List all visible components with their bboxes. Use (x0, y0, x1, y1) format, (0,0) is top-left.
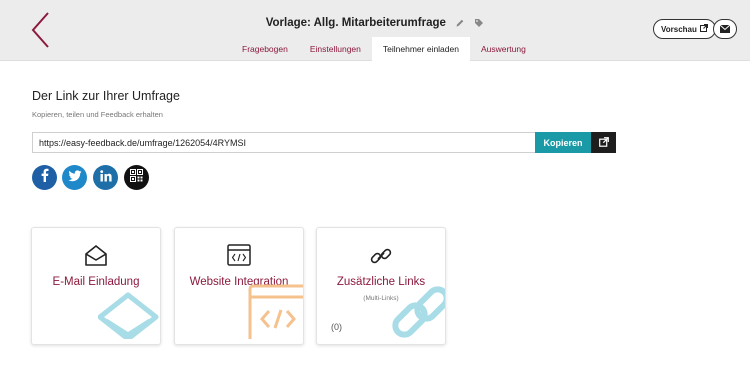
copy-button[interactable]: Kopieren (535, 132, 591, 153)
tab-bar: Fragebogen Einstellungen Teilnehmer einl… (231, 37, 537, 61)
pencil-icon[interactable] (455, 18, 465, 28)
tab-teilnehmer-einladen[interactable]: Teilnehmer einladen (371, 37, 470, 61)
facebook-icon (39, 168, 51, 187)
code-window-icon (227, 244, 251, 271)
survey-title: Vorlage: Allg. Mitarbeiterumfrage (265, 17, 446, 29)
link-heading: Der Link zur Ihrer Umfrage (32, 89, 180, 103)
twitter-share-button[interactable] (62, 165, 87, 190)
chain-decoration-icon (387, 281, 445, 344)
survey-link-input[interactable] (32, 132, 536, 153)
facebook-share-button[interactable] (32, 165, 57, 190)
qr-code-icon (130, 168, 143, 187)
envelope-open-icon (84, 244, 108, 273)
twitter-icon (67, 169, 82, 187)
back-chevron-icon[interactable] (26, 10, 54, 50)
link-subheading: Kopieren, teilen und Feedback erhalten (32, 110, 163, 119)
external-link-icon (598, 134, 609, 152)
linkedin-share-button[interactable] (93, 165, 118, 190)
linkedin-icon (99, 169, 112, 187)
external-link-icon (699, 24, 708, 34)
envelope-icon (719, 20, 731, 38)
tab-fragebogen[interactable]: Fragebogen (231, 37, 299, 61)
qr-code-button[interactable] (124, 165, 149, 190)
tab-auswertung[interactable]: Auswertung (470, 37, 537, 61)
additional-links-card[interactable]: Zusätzliche Links (Multi-Links) (0) (316, 227, 446, 345)
email-invitation-card[interactable]: E-Mail Einladung (31, 227, 161, 345)
tab-einstellungen[interactable]: Einstellungen (299, 37, 372, 61)
code-window-decoration-icon (247, 283, 303, 344)
open-link-button[interactable] (591, 132, 616, 153)
chain-link-icon (369, 244, 393, 273)
card-title: E-Mail Einladung (52, 276, 140, 288)
survey-title-row: Vorlage: Allg. Mitarbeiterumfrage (0, 17, 750, 29)
links-count: (0) (331, 322, 342, 332)
preview-button[interactable]: Vorschau (653, 19, 716, 39)
mail-button[interactable] (713, 19, 737, 39)
preview-label: Vorschau (661, 24, 697, 34)
envelope-decoration-icon (97, 291, 160, 344)
tag-icon[interactable] (474, 18, 484, 28)
website-integration-card[interactable]: Website Integration (174, 227, 304, 345)
top-bar: Vorlage: Allg. Mitarbeiterumfrage Frageb… (0, 0, 750, 61)
